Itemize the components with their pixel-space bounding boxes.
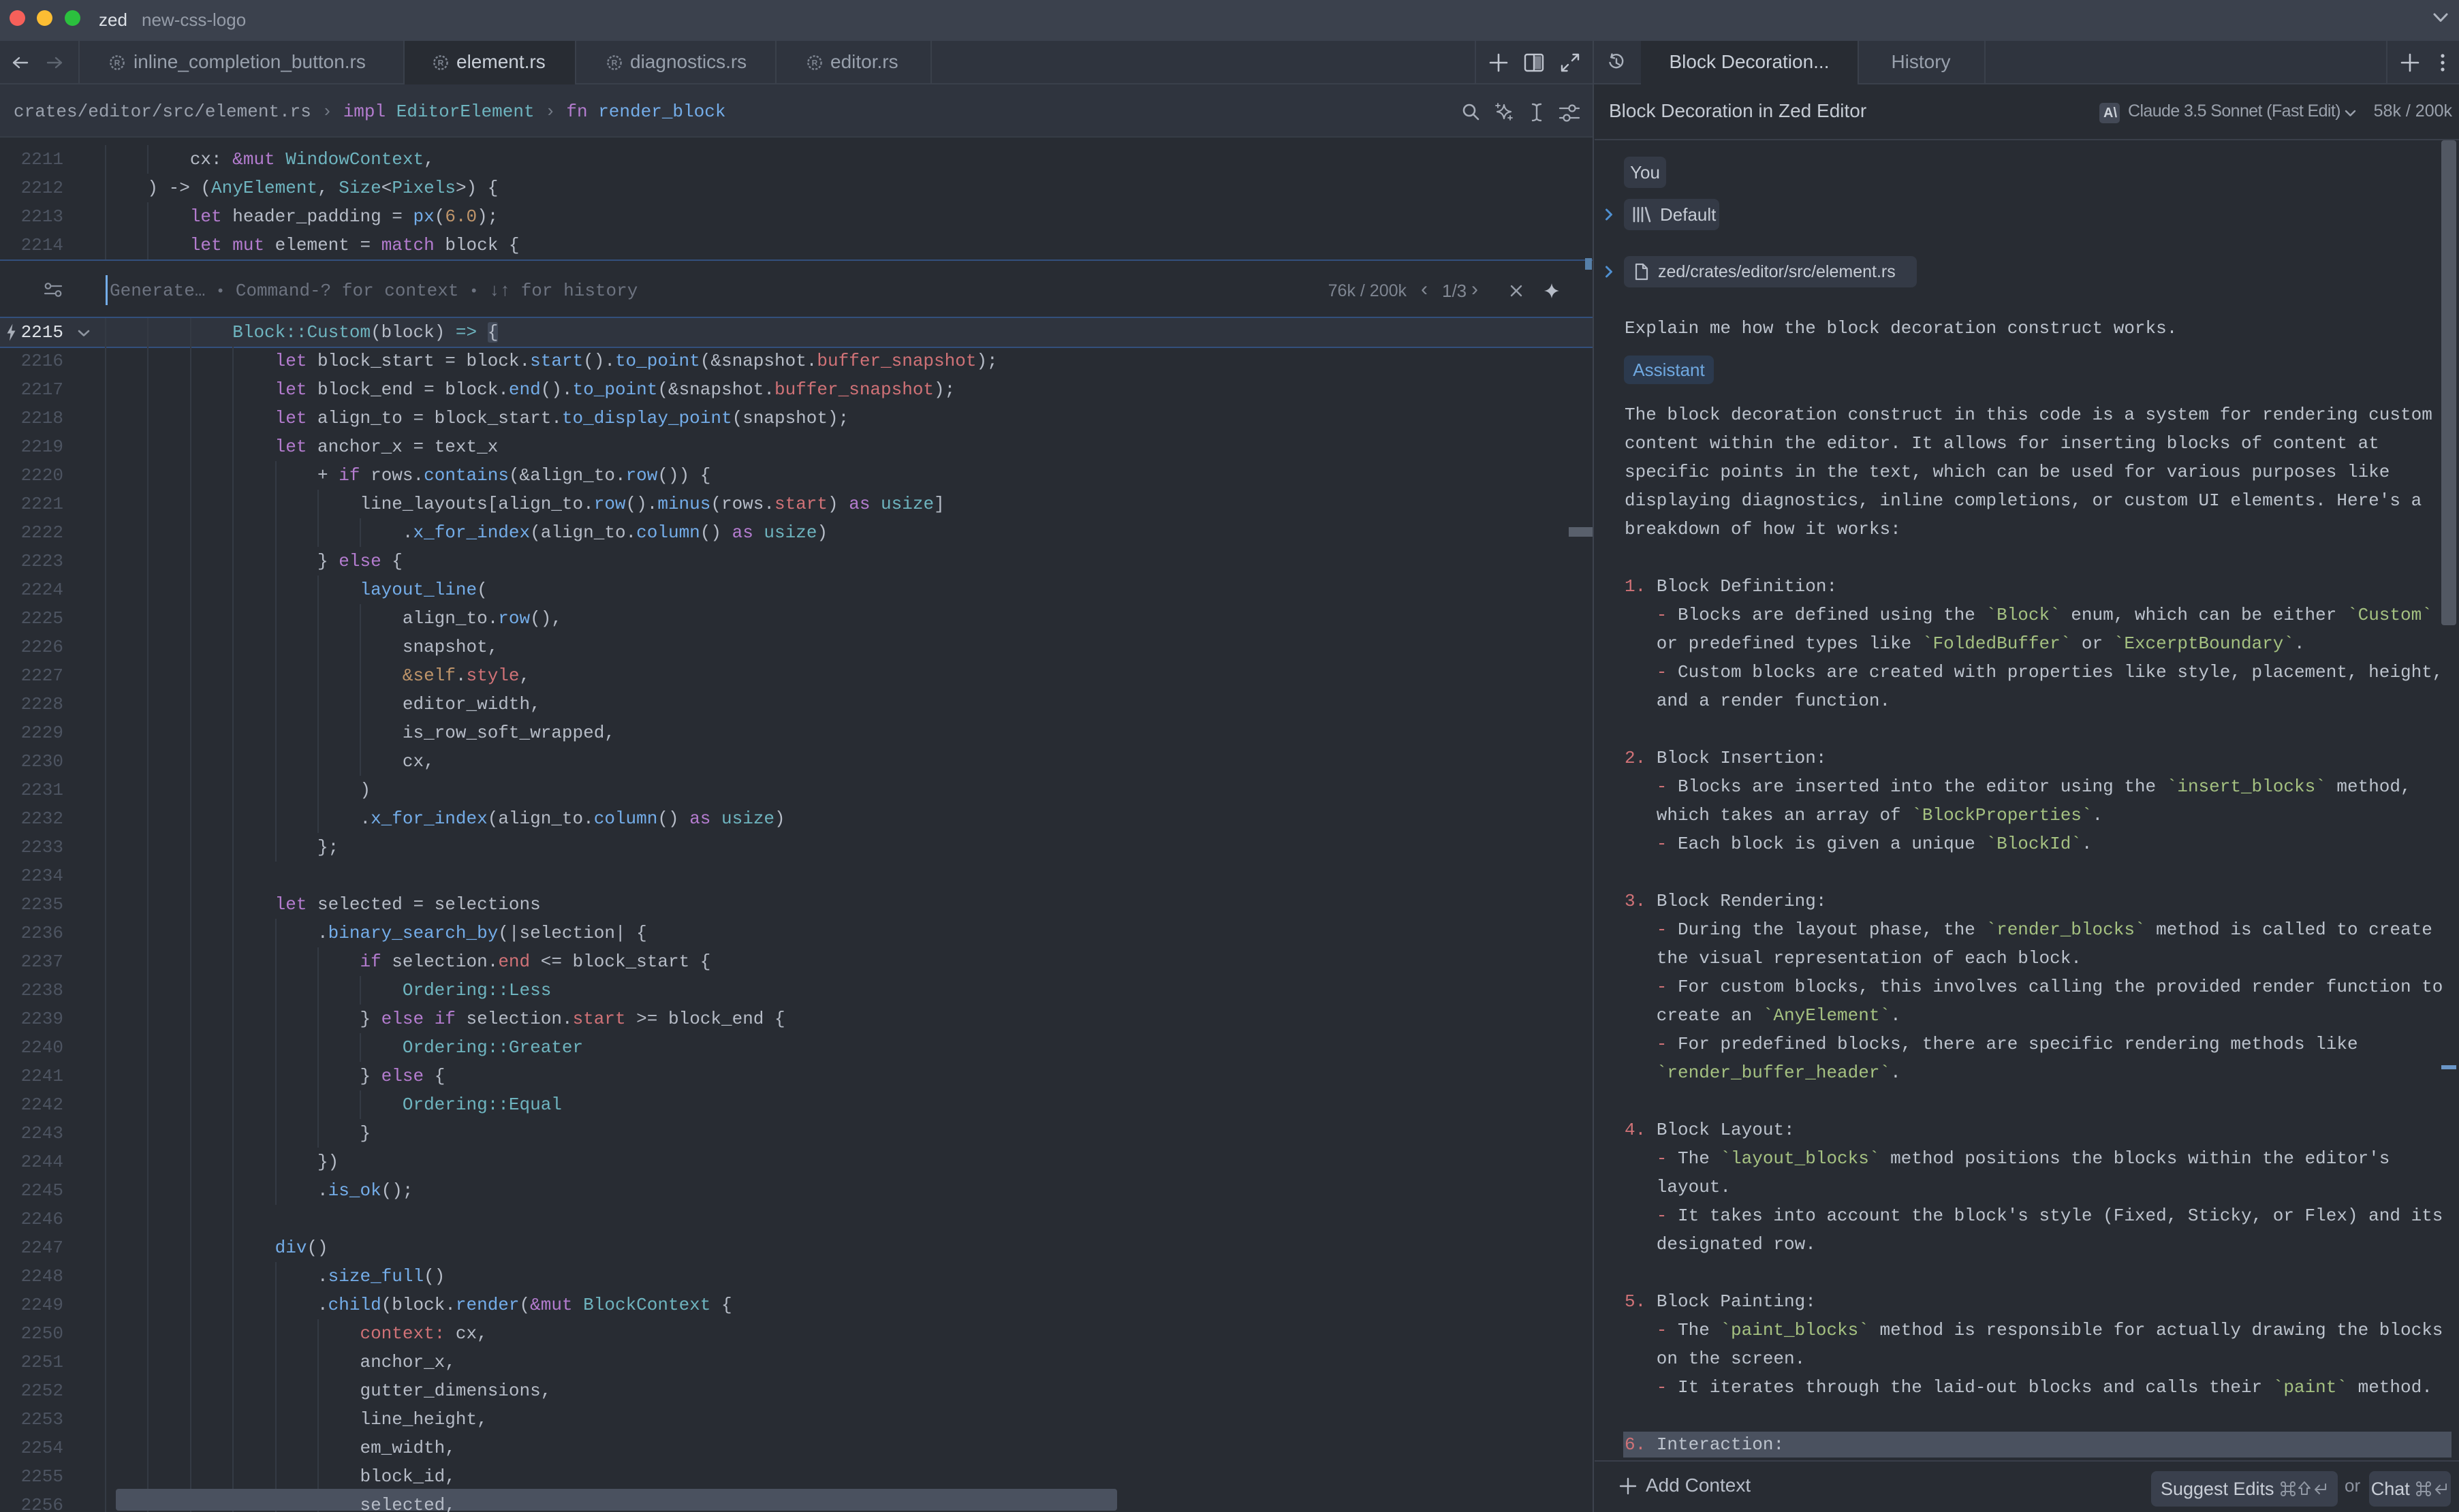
svg-text:R: R bbox=[438, 59, 444, 68]
svg-text:R: R bbox=[114, 59, 121, 68]
svg-text:R: R bbox=[812, 59, 818, 68]
svg-text:R: R bbox=[612, 59, 618, 68]
